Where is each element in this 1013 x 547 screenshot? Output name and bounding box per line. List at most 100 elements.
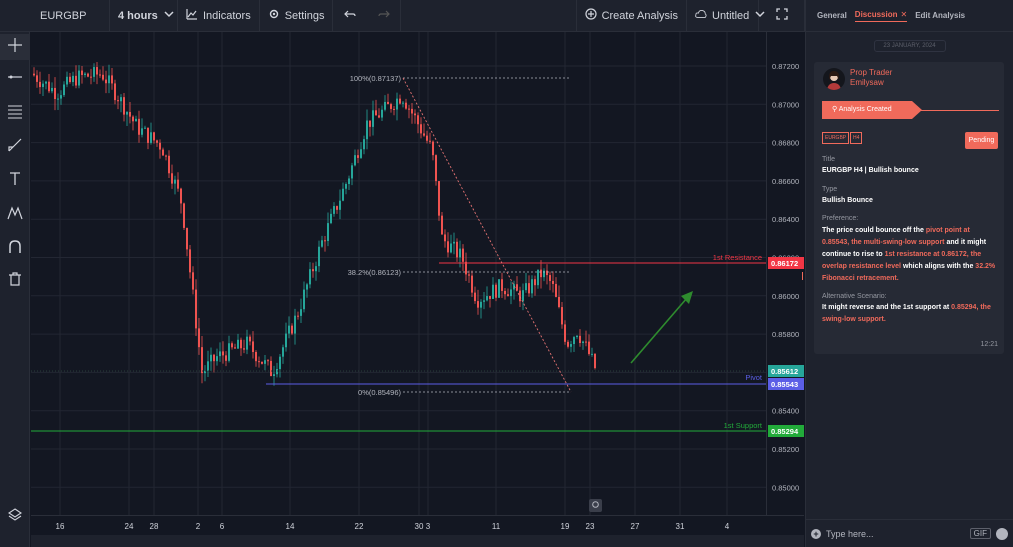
candle-body bbox=[507, 294, 509, 297]
gif-button[interactable]: GIF bbox=[969, 528, 991, 539]
price-tick-label: 0.86600 bbox=[772, 177, 799, 186]
time-tick-label: 2 bbox=[196, 522, 201, 531]
candle-body bbox=[144, 127, 146, 129]
candle-body bbox=[228, 343, 230, 361]
crosshair-tool[interactable] bbox=[0, 34, 30, 60]
layout-selector[interactable]: Untitled bbox=[687, 0, 765, 31]
text-icon bbox=[7, 171, 23, 192]
candle-body bbox=[84, 73, 86, 75]
candle-body bbox=[585, 341, 587, 343]
candle-body bbox=[309, 269, 311, 285]
price-tick-label: 0.85200 bbox=[772, 445, 799, 454]
message-input[interactable]: Type here... bbox=[826, 529, 874, 539]
delete-drawings-button[interactable] bbox=[0, 268, 30, 294]
candle-body bbox=[393, 108, 395, 110]
candle-body bbox=[51, 87, 53, 92]
layout-name: Untitled bbox=[712, 9, 750, 22]
candle-body bbox=[351, 165, 353, 179]
price-chart[interactable]: 1st Resistance Pivot 1st Support 100%(0.871… bbox=[31, 32, 766, 515]
candle-body bbox=[459, 248, 461, 258]
candle-body bbox=[576, 335, 578, 338]
undo-button[interactable] bbox=[333, 0, 367, 31]
tab-general[interactable]: General bbox=[817, 11, 847, 20]
user-role: Prop Trader bbox=[850, 68, 893, 77]
panel-tabs: General Discussion ✕ Edit Analysis bbox=[806, 0, 1013, 32]
price-tick-label: 0.86000 bbox=[772, 292, 799, 301]
candle-body bbox=[75, 75, 77, 86]
time-tick-label: 31 bbox=[676, 522, 685, 531]
close-icon[interactable]: ✕ bbox=[900, 10, 907, 19]
projection-arrow bbox=[630, 297, 688, 364]
candle-body bbox=[150, 132, 152, 143]
event-banner: ⚲ Analysis Created bbox=[822, 101, 922, 119]
alternative-text: It might reverse and the 1st support at … bbox=[822, 302, 998, 326]
price-axis[interactable]: 0.872000.870000.868000.866000.864000.862… bbox=[766, 32, 804, 515]
indicators-button[interactable]: Indicators bbox=[178, 0, 260, 31]
candle-body bbox=[189, 249, 191, 273]
interval-selector[interactable]: 4 hours bbox=[110, 0, 178, 31]
object-tree-button[interactable] bbox=[0, 504, 30, 530]
price-axis-canvas: 0.872000.870000.868000.866000.864000.862… bbox=[768, 62, 804, 492]
candle-body bbox=[135, 118, 137, 122]
alternative-part-0: It might reverse and the 1st support at bbox=[822, 304, 952, 311]
brush-tool[interactable] bbox=[0, 134, 30, 160]
candle-body bbox=[96, 67, 98, 75]
emoji-icon[interactable] bbox=[996, 527, 1008, 540]
create-analysis-button[interactable]: Create Analysis bbox=[577, 0, 687, 31]
candle-body bbox=[210, 354, 212, 362]
candle-body bbox=[486, 296, 488, 301]
undo-icon bbox=[344, 8, 357, 23]
candle-body bbox=[186, 227, 188, 250]
candle-body bbox=[441, 215, 443, 235]
candle-body bbox=[519, 290, 521, 302]
candle-body bbox=[183, 203, 185, 228]
candle-body bbox=[558, 296, 560, 308]
preference-text: The price could bounce off the pivot poi… bbox=[822, 225, 998, 285]
magnet-tool[interactable] bbox=[0, 236, 30, 262]
fib-label-0: 0%(0.85496) bbox=[358, 388, 401, 397]
candle-body bbox=[273, 374, 275, 377]
fullscreen-icon bbox=[775, 8, 788, 23]
tab-discussion[interactable]: Discussion ✕ bbox=[854, 10, 908, 22]
toolbar-spacer bbox=[401, 0, 577, 31]
candle-body bbox=[279, 356, 281, 370]
candle-body bbox=[264, 360, 266, 364]
symbol-search[interactable]: EURGBP bbox=[0, 0, 110, 31]
tab-edit-analysis[interactable]: Edit Analysis bbox=[915, 11, 965, 20]
candle-body bbox=[111, 75, 113, 84]
candle-body bbox=[468, 274, 470, 276]
trendline-tool[interactable] bbox=[0, 66, 30, 92]
candle-body bbox=[477, 301, 479, 308]
candle-body bbox=[270, 360, 272, 377]
timeframe-chip: H4 bbox=[850, 132, 863, 144]
price-tick-label: 0.86400 bbox=[772, 215, 799, 224]
text-tool[interactable] bbox=[0, 168, 30, 194]
attach-plus-icon[interactable]: + bbox=[811, 528, 821, 539]
symbol-chip: EURGBP bbox=[822, 132, 850, 144]
time-axis[interactable]: 16 24 28 2 6 14 22 30 3 11 19 23 27 31 4 bbox=[31, 515, 804, 535]
candle-body bbox=[171, 173, 173, 184]
candle-body bbox=[129, 112, 131, 117]
candle-body bbox=[318, 246, 320, 267]
candle-body bbox=[414, 113, 416, 116]
candle-body bbox=[531, 279, 533, 294]
crosshair-icon bbox=[7, 37, 23, 58]
indicators-label: Indicators bbox=[203, 9, 251, 22]
pattern-tool[interactable] bbox=[0, 202, 30, 228]
candle-body bbox=[411, 108, 413, 114]
time-tick-label: 28 bbox=[150, 522, 159, 531]
candle-body bbox=[153, 132, 155, 141]
settings-button[interactable]: Settings bbox=[260, 0, 334, 31]
fib-label-100: 100%(0.87137) bbox=[350, 74, 402, 83]
candle-body bbox=[285, 333, 287, 348]
candle-body bbox=[387, 101, 389, 105]
fullscreen-button[interactable] bbox=[759, 0, 805, 31]
redo-button[interactable] bbox=[367, 0, 402, 31]
candle-body bbox=[108, 75, 110, 84]
candle-body bbox=[72, 75, 74, 83]
type-label: Type bbox=[822, 186, 838, 193]
candle-body bbox=[246, 336, 248, 350]
fib-tool[interactable] bbox=[0, 100, 30, 126]
candle-body bbox=[99, 74, 101, 76]
candle-body bbox=[435, 155, 437, 182]
